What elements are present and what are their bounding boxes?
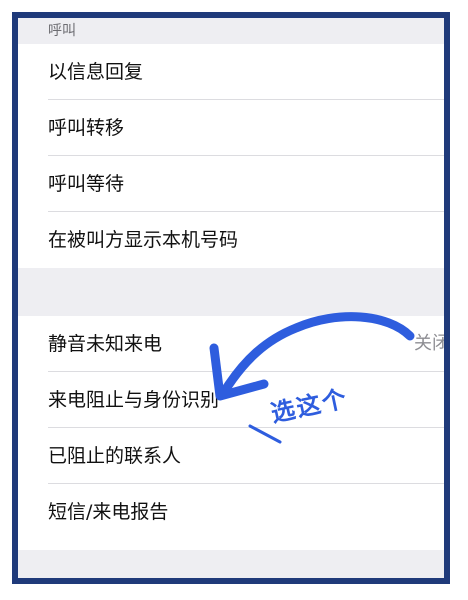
- row-label: 短信/来电报告: [48, 501, 169, 523]
- row-label: 来电阻止与身份识别: [48, 389, 220, 411]
- row-blocked-contacts[interactable]: 已阻止的联系人: [18, 428, 444, 484]
- row-sms-call-reporting[interactable]: 短信/来电报告: [18, 484, 444, 540]
- row-silence-unknown-callers[interactable]: 静音未知来电 关闭: [18, 316, 444, 372]
- row-label: 呼叫转移: [48, 117, 125, 139]
- row-label: 已阻止的联系人: [48, 445, 182, 467]
- row-call-forwarding[interactable]: 呼叫转移: [18, 100, 444, 156]
- settings-screen: 呼叫 以信息回复 呼叫转移 呼叫等待 在被叫方显示本机号码 静音未知来电 关闭 …: [18, 18, 444, 578]
- row-call-blocking-identification[interactable]: 来电阻止与身份识别: [18, 372, 444, 428]
- row-reply-with-message[interactable]: 以信息回复: [18, 44, 444, 100]
- section-header-call: 呼叫: [18, 18, 444, 44]
- row-show-my-caller-id[interactable]: 在被叫方显示本机号码: [18, 212, 444, 268]
- section-gap: [18, 268, 444, 316]
- row-label: 以信息回复: [48, 61, 144, 83]
- row-call-waiting[interactable]: 呼叫等待: [18, 156, 444, 212]
- row-label: 呼叫等待: [48, 173, 125, 195]
- row-value-off: 关闭: [414, 333, 444, 354]
- bottom-gap: [18, 550, 444, 578]
- screenshot-frame: 呼叫 以信息回复 呼叫转移 呼叫等待 在被叫方显示本机号码 静音未知来电 关闭 …: [12, 12, 450, 584]
- row-label: 在被叫方显示本机号码: [48, 229, 239, 251]
- row-label: 静音未知来电: [48, 333, 163, 355]
